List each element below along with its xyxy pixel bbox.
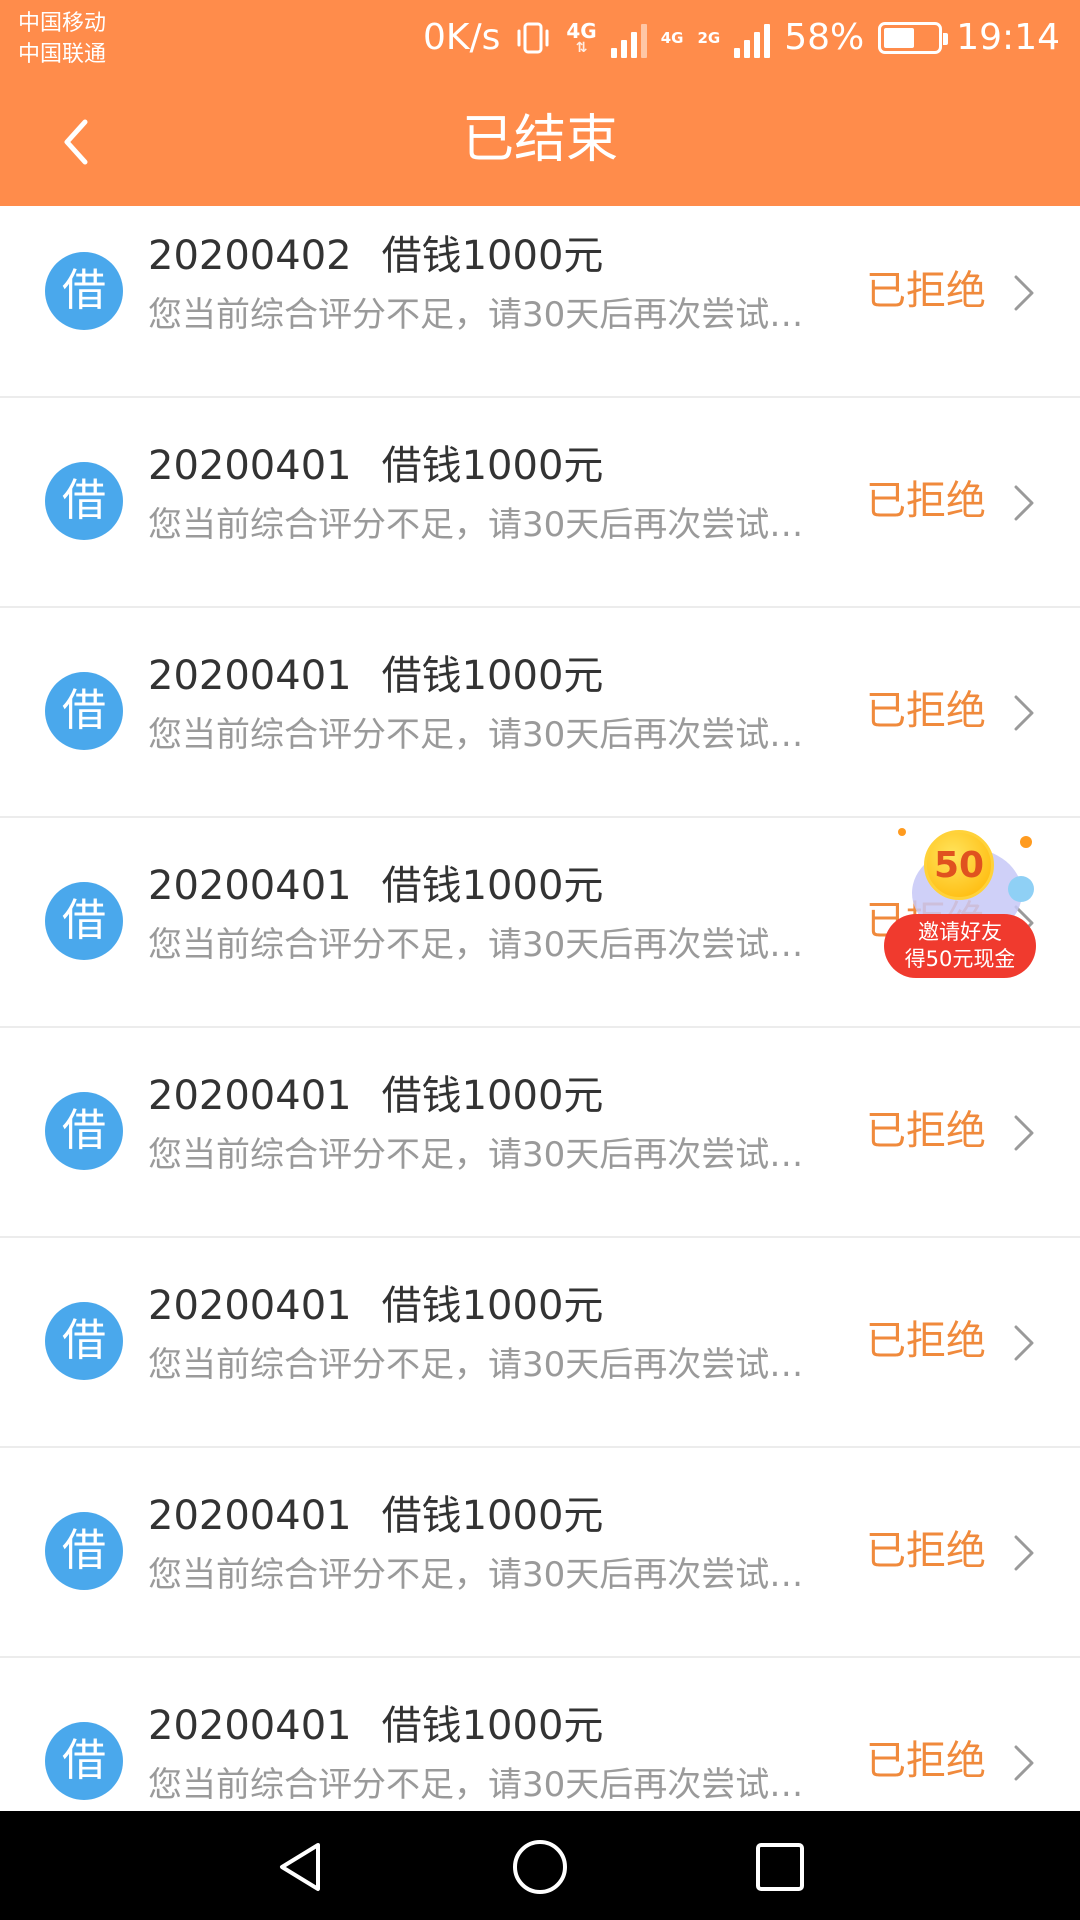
- record-date: 20200401: [148, 1493, 352, 1539]
- record-amount: 借钱1000元: [381, 1703, 604, 1749]
- loan-record-row[interactable]: 借 20200401 借钱1000元您当前综合评分不足，请30天后再次尝试借款已拒绝: [0, 1448, 1080, 1658]
- record-title: 20200401 借钱1000元: [148, 1490, 603, 1542]
- loan-avatar-icon: 借: [45, 1512, 123, 1590]
- network-speed: 0K/s: [422, 17, 501, 58]
- loan-record-row[interactable]: 借 20200401 借钱1000元您当前综合评分不足，请30天后再次尝试借款已拒绝: [0, 608, 1080, 818]
- carrier-2: 中国联通: [18, 42, 107, 67]
- chevron-right-icon: [1014, 1745, 1034, 1781]
- clock: 19:14: [956, 17, 1060, 58]
- record-title: 20200401 借钱1000元: [148, 1070, 603, 1122]
- carrier-names: 中国移动 中国联通: [18, 8, 106, 70]
- chevron-right-icon: [1014, 1325, 1034, 1361]
- record-amount: 借钱1000元: [381, 1073, 604, 1119]
- network-type-2: 4G: [661, 28, 684, 48]
- record-date: 20200401: [148, 1283, 352, 1329]
- record-status: 已拒绝: [866, 268, 986, 314]
- record-status: 已拒绝: [866, 1318, 986, 1364]
- loan-avatar-icon: 借: [45, 462, 123, 540]
- square-recents-icon[interactable]: [750, 1837, 810, 1897]
- battery-percent: 58%: [784, 17, 865, 58]
- signal-strength-icon-2: [734, 18, 771, 58]
- record-amount: 借钱1000元: [381, 1283, 604, 1329]
- vibrate-icon: [517, 22, 549, 54]
- chevron-right-icon: [1014, 275, 1034, 311]
- network-label-1: 4G: [566, 19, 597, 43]
- loan-record-row[interactable]: 借 20200401 借钱1000元您当前综合评分不足，请30天后再次尝试借款已拒绝: [0, 398, 1080, 608]
- record-status: 已拒绝: [866, 688, 986, 734]
- promo-dot-icon: [898, 828, 906, 836]
- chevron-right-icon: [1014, 485, 1034, 521]
- record-amount: 借钱1000元: [381, 863, 604, 909]
- record-amount: 借钱1000元: [381, 443, 604, 489]
- battery-fill: [884, 28, 915, 48]
- record-status: 已拒绝: [866, 1108, 986, 1154]
- record-title: 20200401 借钱1000元: [148, 1280, 603, 1332]
- record-amount: 借钱1000元: [381, 1493, 604, 1539]
- record-title: 20200401 借钱1000元: [148, 1700, 603, 1752]
- record-amount: 借钱1000元: [381, 653, 604, 699]
- promo-line-1: 邀请好友: [918, 920, 1002, 944]
- loan-record-row[interactable]: 借 20200401 借钱1000元您当前综合评分不足，请30天后再次尝试借款已拒绝: [0, 1658, 1080, 1811]
- promo-line-2: 得50元现金: [904, 947, 1016, 971]
- record-message: 您当前综合评分不足，请30天后再次尝试借款: [148, 1135, 828, 1175]
- record-title: 20200401 借钱1000元: [148, 650, 603, 702]
- loan-avatar-icon: 借: [45, 882, 123, 960]
- status-indicators: 0K/s 4G ⇅ 4G 2G 58% 19:14: [423, 14, 1060, 62]
- promo-label: 邀请好友 得50元现金: [884, 914, 1036, 978]
- network-label-2: 4G: [660, 29, 684, 47]
- loan-record-row[interactable]: 借 20200401 借钱1000元您当前综合评分不足，请30天后再次尝试借款已拒绝: [0, 1238, 1080, 1448]
- coin-icon: 50: [924, 830, 994, 900]
- page-title: 已结束: [461, 110, 618, 170]
- network-label-3: 2G: [697, 29, 721, 47]
- loan-avatar-icon: 借: [45, 1722, 123, 1800]
- chevron-right-icon: [1014, 1115, 1034, 1151]
- loan-avatar-icon: 借: [45, 672, 123, 750]
- record-date: 20200401: [148, 1073, 352, 1119]
- record-amount: 借钱1000元: [381, 233, 604, 279]
- record-date: 20200401: [148, 1703, 352, 1749]
- loan-record-row[interactable]: 借 20200401 借钱1000元您当前综合评分不足，请30天后再次尝试借款已拒绝: [0, 1028, 1080, 1238]
- record-status: 已拒绝: [866, 1738, 986, 1784]
- status-bar: 中国移动 中国联通 0K/s 4G ⇅ 4G 2G 58% 19:14: [0, 0, 1080, 76]
- signal-strength-icon-1: [610, 18, 647, 58]
- circle-home-icon[interactable]: [510, 1837, 570, 1897]
- record-title: 20200402 借钱1000元: [148, 230, 603, 282]
- record-date: 20200401: [148, 443, 352, 489]
- record-message: 您当前综合评分不足，请30天后再次尝试借款: [148, 1555, 828, 1595]
- battery-icon: [878, 22, 949, 54]
- record-title: 20200401 借钱1000元: [148, 860, 603, 912]
- triangle-back-icon[interactable]: [270, 1837, 330, 1897]
- record-message: 您当前综合评分不足，请30天后再次尝试借款: [148, 1765, 828, 1805]
- network-type-1: 4G ⇅: [566, 21, 596, 55]
- system-navigation-bar: [0, 1811, 1080, 1920]
- chevron-right-icon: [1014, 1535, 1034, 1571]
- app-header: 中国移动 中国联通 0K/s 4G ⇅ 4G 2G 58% 19:14 已结束: [0, 0, 1080, 206]
- invite-promo-badge[interactable]: 50 邀请好友 得50元现金: [880, 826, 1040, 986]
- promo-dot-icon: [1008, 876, 1034, 902]
- loan-avatar-icon: 借: [45, 1092, 123, 1170]
- record-message: 您当前综合评分不足，请30天后再次尝试借款: [148, 295, 828, 335]
- promo-dot-icon: [1020, 836, 1032, 848]
- record-date: 20200401: [148, 863, 352, 909]
- record-date: 20200402: [148, 233, 352, 279]
- data-arrows-icon: ⇅: [575, 40, 588, 56]
- loan-record-list: 借 20200402 借钱1000元 您当前综合评分不足，请30天后再次尝试借款 已拒绝…: [0, 206, 1080, 1811]
- record-message: 您当前综合评分不足，请30天后再次尝试借款: [148, 505, 828, 545]
- record-title: 20200401 借钱1000元: [148, 440, 603, 492]
- loan-record-row[interactable]: 借 20200402 借钱1000元您当前综合评分不足，请30天后再次尝试借款 已拒绝: [0, 206, 1080, 398]
- chevron-right-icon: [1014, 695, 1034, 731]
- record-status: 已拒绝: [866, 1528, 986, 1574]
- loan-avatar-icon: 借: [45, 1302, 123, 1380]
- record-message: 您当前综合评分不足，请30天后再次尝试借款: [148, 715, 828, 755]
- loan-avatar-icon: 借: [45, 252, 123, 330]
- record-date: 20200401: [148, 653, 352, 699]
- record-message: 您当前综合评分不足，请30天后再次尝试借款: [148, 925, 828, 965]
- record-status: 已拒绝: [866, 478, 986, 524]
- network-type-3: 2G: [697, 28, 720, 48]
- record-message: 您当前综合评分不足，请30天后再次尝试借款: [148, 1345, 828, 1385]
- carrier-1: 中国移动: [18, 11, 107, 36]
